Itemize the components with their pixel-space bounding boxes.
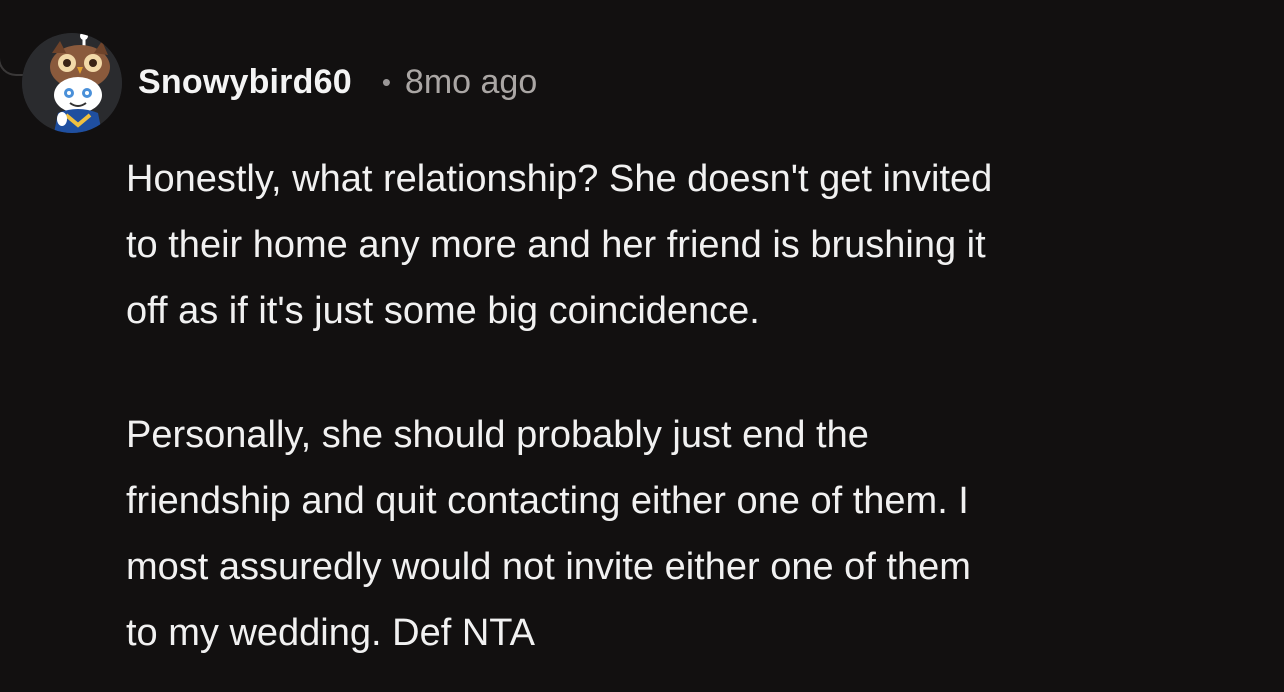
avatar[interactable] — [22, 33, 122, 133]
owl-snoo-avatar-icon — [22, 33, 122, 133]
timestamp[interactable]: 8mo ago — [405, 63, 537, 102]
comment-header: Snowybird60 • 8mo ago — [138, 56, 537, 108]
comment-paragraph-1: Honestly, what relationship? She doesn't… — [126, 158, 993, 332]
comment: Snowybird60 • 8mo ago Honestly, what rel… — [0, 0, 1284, 692]
comment-paragraph-2: Personally, she should probably just end… — [126, 414, 971, 654]
comment-body: Honestly, what relationship? She doesn't… — [126, 146, 1266, 666]
separator-dot: • — [381, 66, 391, 97]
username-link[interactable]: Snowybird60 — [138, 63, 352, 102]
